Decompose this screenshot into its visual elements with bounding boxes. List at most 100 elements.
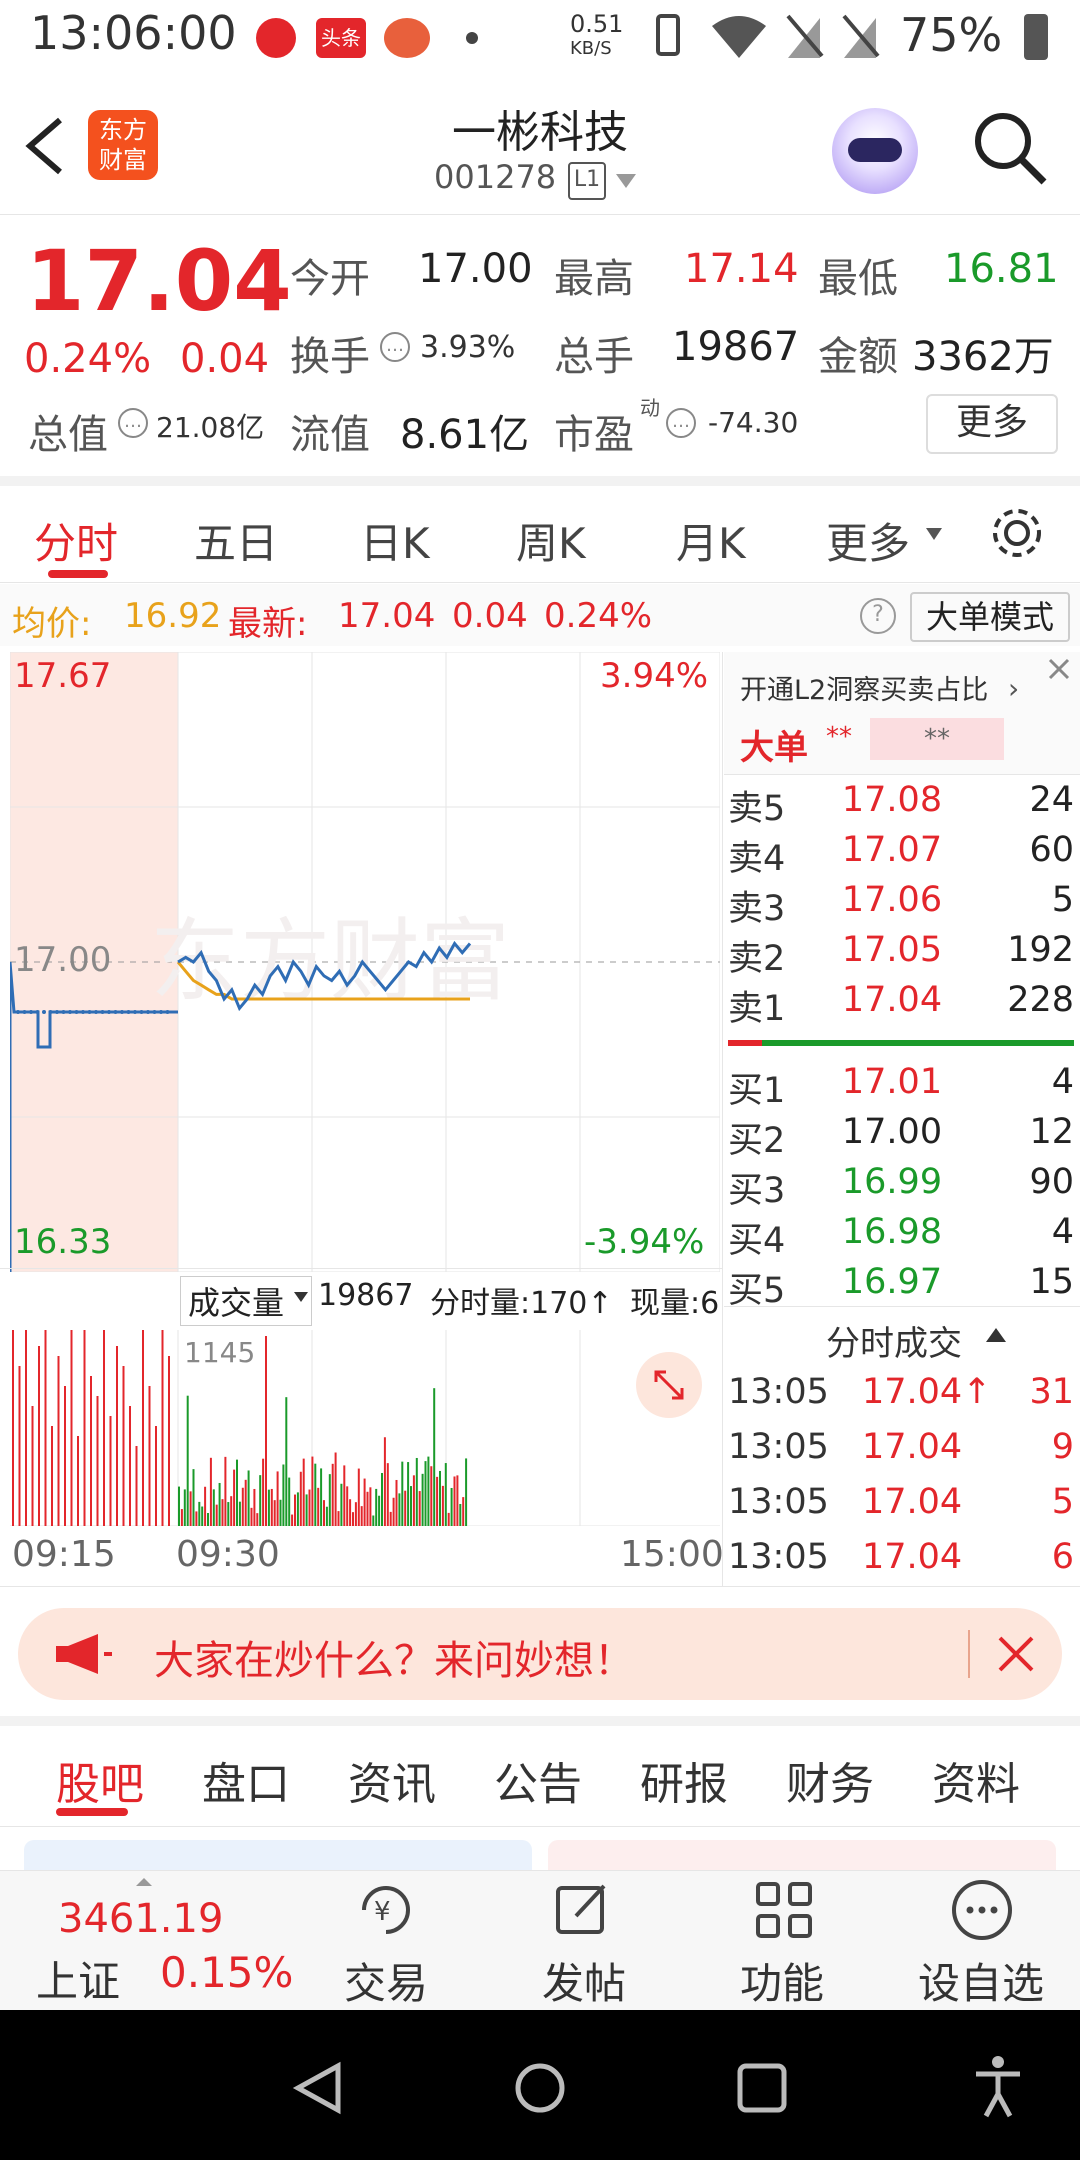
robot-assistant-icon[interactable] — [832, 108, 918, 194]
level-badge[interactable]: L1 — [568, 162, 606, 200]
chevron-right-icon[interactable]: › — [1008, 672, 1019, 705]
level-price: 16.97 — [841, 1262, 943, 1302]
functions-icon[interactable] — [752, 1878, 816, 1942]
tick-row[interactable]: 13:05 17.04↑ 31 — [722, 1368, 1080, 1418]
intraday-price-chart[interactable]: 东方财富 — [10, 652, 720, 1272]
tab-five-day[interactable]: 五日 — [194, 510, 278, 571]
watchlist-label[interactable]: 设自选 — [918, 1950, 1044, 2011]
bid-row[interactable]: 买4 16.98 4 — [722, 1208, 1080, 1261]
change-value: 0.04 — [180, 336, 270, 382]
tick-row[interactable]: 13:05 17.04 5 — [722, 1478, 1080, 1528]
tick-qty: 31 — [1029, 1372, 1074, 1412]
tab-intraday[interactable]: 分时 — [34, 510, 118, 571]
tab-more[interactable]: 更多 — [826, 510, 910, 571]
bid-row[interactable]: 买5 16.97 15 — [722, 1258, 1080, 1311]
accessibility-icon[interactable] — [970, 2054, 1026, 2118]
chevron-down-icon[interactable] — [294, 1292, 308, 1302]
volume-bar — [207, 1512, 209, 1526]
ask-row[interactable]: 卖4 17.07 60 — [722, 826, 1080, 879]
tab-day-k[interactable]: 日K — [360, 510, 430, 571]
help-icon[interactable]: ? — [860, 598, 896, 634]
tab-announcements[interactable]: 公告 — [494, 1748, 582, 1812]
chevron-up-icon[interactable] — [986, 1328, 1006, 1342]
big-order-mode-button[interactable]: 大单模式 — [910, 592, 1070, 642]
volume-bar — [328, 1474, 331, 1526]
level-name: 卖3 — [728, 889, 786, 929]
volume-bar — [363, 1478, 366, 1526]
big-order-masked-2: ** — [870, 718, 1004, 760]
price-dot — [152, 1010, 157, 1014]
functions-label[interactable]: 功能 — [740, 1950, 824, 2011]
phone-icon — [656, 14, 680, 56]
info-icon[interactable]: … — [380, 332, 410, 362]
tab-profile[interactable]: 资料 — [932, 1748, 1020, 1812]
chevron-up-icon[interactable] — [136, 1878, 152, 1886]
content-card[interactable] — [548, 1840, 1056, 1870]
volume-bar — [462, 1497, 465, 1526]
info-icon[interactable]: … — [118, 408, 148, 438]
l2-upgrade-link[interactable]: 开通L2洞察买卖占比 — [740, 668, 988, 707]
nav-home-icon[interactable] — [512, 2060, 568, 2116]
level-name: 买3 — [728, 1171, 786, 1211]
tab-research[interactable]: 研报 — [640, 1748, 728, 1812]
post-icon[interactable] — [552, 1878, 616, 1942]
bid-row[interactable]: 买3 16.99 90 — [722, 1158, 1080, 1211]
volume-bar — [180, 1509, 183, 1526]
bid-row[interactable]: 买2 17.00 12 — [722, 1108, 1080, 1161]
chevron-down-icon[interactable] — [616, 174, 636, 188]
tab-finance[interactable]: 财务 — [786, 1748, 874, 1812]
price-dot — [22, 1010, 27, 1014]
volume-bar — [383, 1437, 386, 1526]
volume-bar — [456, 1475, 459, 1526]
ask-row[interactable]: 卖5 17.08 24 — [722, 776, 1080, 829]
divider — [968, 1630, 970, 1678]
volume-bar — [392, 1497, 395, 1526]
price-dot — [159, 1010, 163, 1014]
volume-bar — [161, 1330, 164, 1526]
volume-bar — [227, 1502, 230, 1526]
tab-handicap[interactable]: 盘口 — [202, 1748, 290, 1812]
level-qty: 90 — [1029, 1162, 1074, 1202]
price-dot — [61, 1010, 66, 1014]
bid-row[interactable]: 买1 17.01 4 — [722, 1058, 1080, 1111]
promo-text[interactable]: 大家在炒什么？来问妙想！ — [154, 1628, 634, 1686]
tab-forum[interactable]: 股吧 — [56, 1748, 144, 1812]
post-label[interactable]: 发帖 — [542, 1950, 626, 2011]
search-icon[interactable] — [970, 108, 1048, 186]
content-card[interactable] — [24, 1840, 532, 1870]
ask-row[interactable]: 卖3 17.06 5 — [722, 876, 1080, 929]
expand-icon[interactable] — [636, 1352, 702, 1418]
ask-row[interactable]: 卖2 17.05 192 — [722, 926, 1080, 979]
info-icon[interactable]: … — [666, 408, 696, 438]
chevron-down-icon[interactable] — [926, 528, 942, 540]
index-pct[interactable]: 0.15% — [160, 1948, 293, 1997]
gear-icon[interactable] — [988, 504, 1046, 562]
nav-recents-icon[interactable] — [734, 2060, 790, 2116]
close-icon[interactable] — [996, 1634, 1036, 1674]
index-value[interactable]: 3461.19 — [58, 1896, 223, 1942]
index-name[interactable]: 上证 — [36, 1948, 120, 2009]
volume-chart[interactable] — [10, 1330, 720, 1526]
ask-row[interactable]: 卖1 17.04 228 — [722, 976, 1080, 1029]
volume-bar — [453, 1476, 456, 1526]
tick-row[interactable]: 13:05 17.04 6 — [722, 1533, 1080, 1583]
signal-off-icon-2 — [842, 14, 880, 58]
ai-promo-banner[interactable]: 大家在炒什么？来问妙想！ — [18, 1608, 1062, 1700]
close-icon[interactable] — [1044, 654, 1074, 684]
volume-bar — [241, 1487, 244, 1526]
price-dot — [107, 1010, 111, 1014]
ticks-header[interactable]: 分时成交 — [826, 1316, 962, 1365]
tick-row[interactable]: 13:05 17.04 9 — [722, 1423, 1080, 1473]
trade-icon[interactable]: ¥ — [354, 1878, 418, 1942]
more-button[interactable]: 更多 — [926, 394, 1058, 454]
nav-back-icon[interactable] — [290, 2060, 346, 2116]
volume-bar — [244, 1479, 247, 1526]
tab-week-k[interactable]: 周K — [516, 510, 586, 571]
tab-news[interactable]: 资讯 — [348, 1748, 436, 1812]
tab-month-k[interactable]: 月K — [676, 510, 746, 571]
trade-label[interactable]: 交易 — [344, 1950, 428, 2011]
volume-bar — [354, 1502, 357, 1526]
mktcap-label: 总值 — [28, 412, 108, 458]
avg-label: 均价: — [12, 604, 92, 644]
more-options-icon[interactable] — [950, 1878, 1014, 1942]
